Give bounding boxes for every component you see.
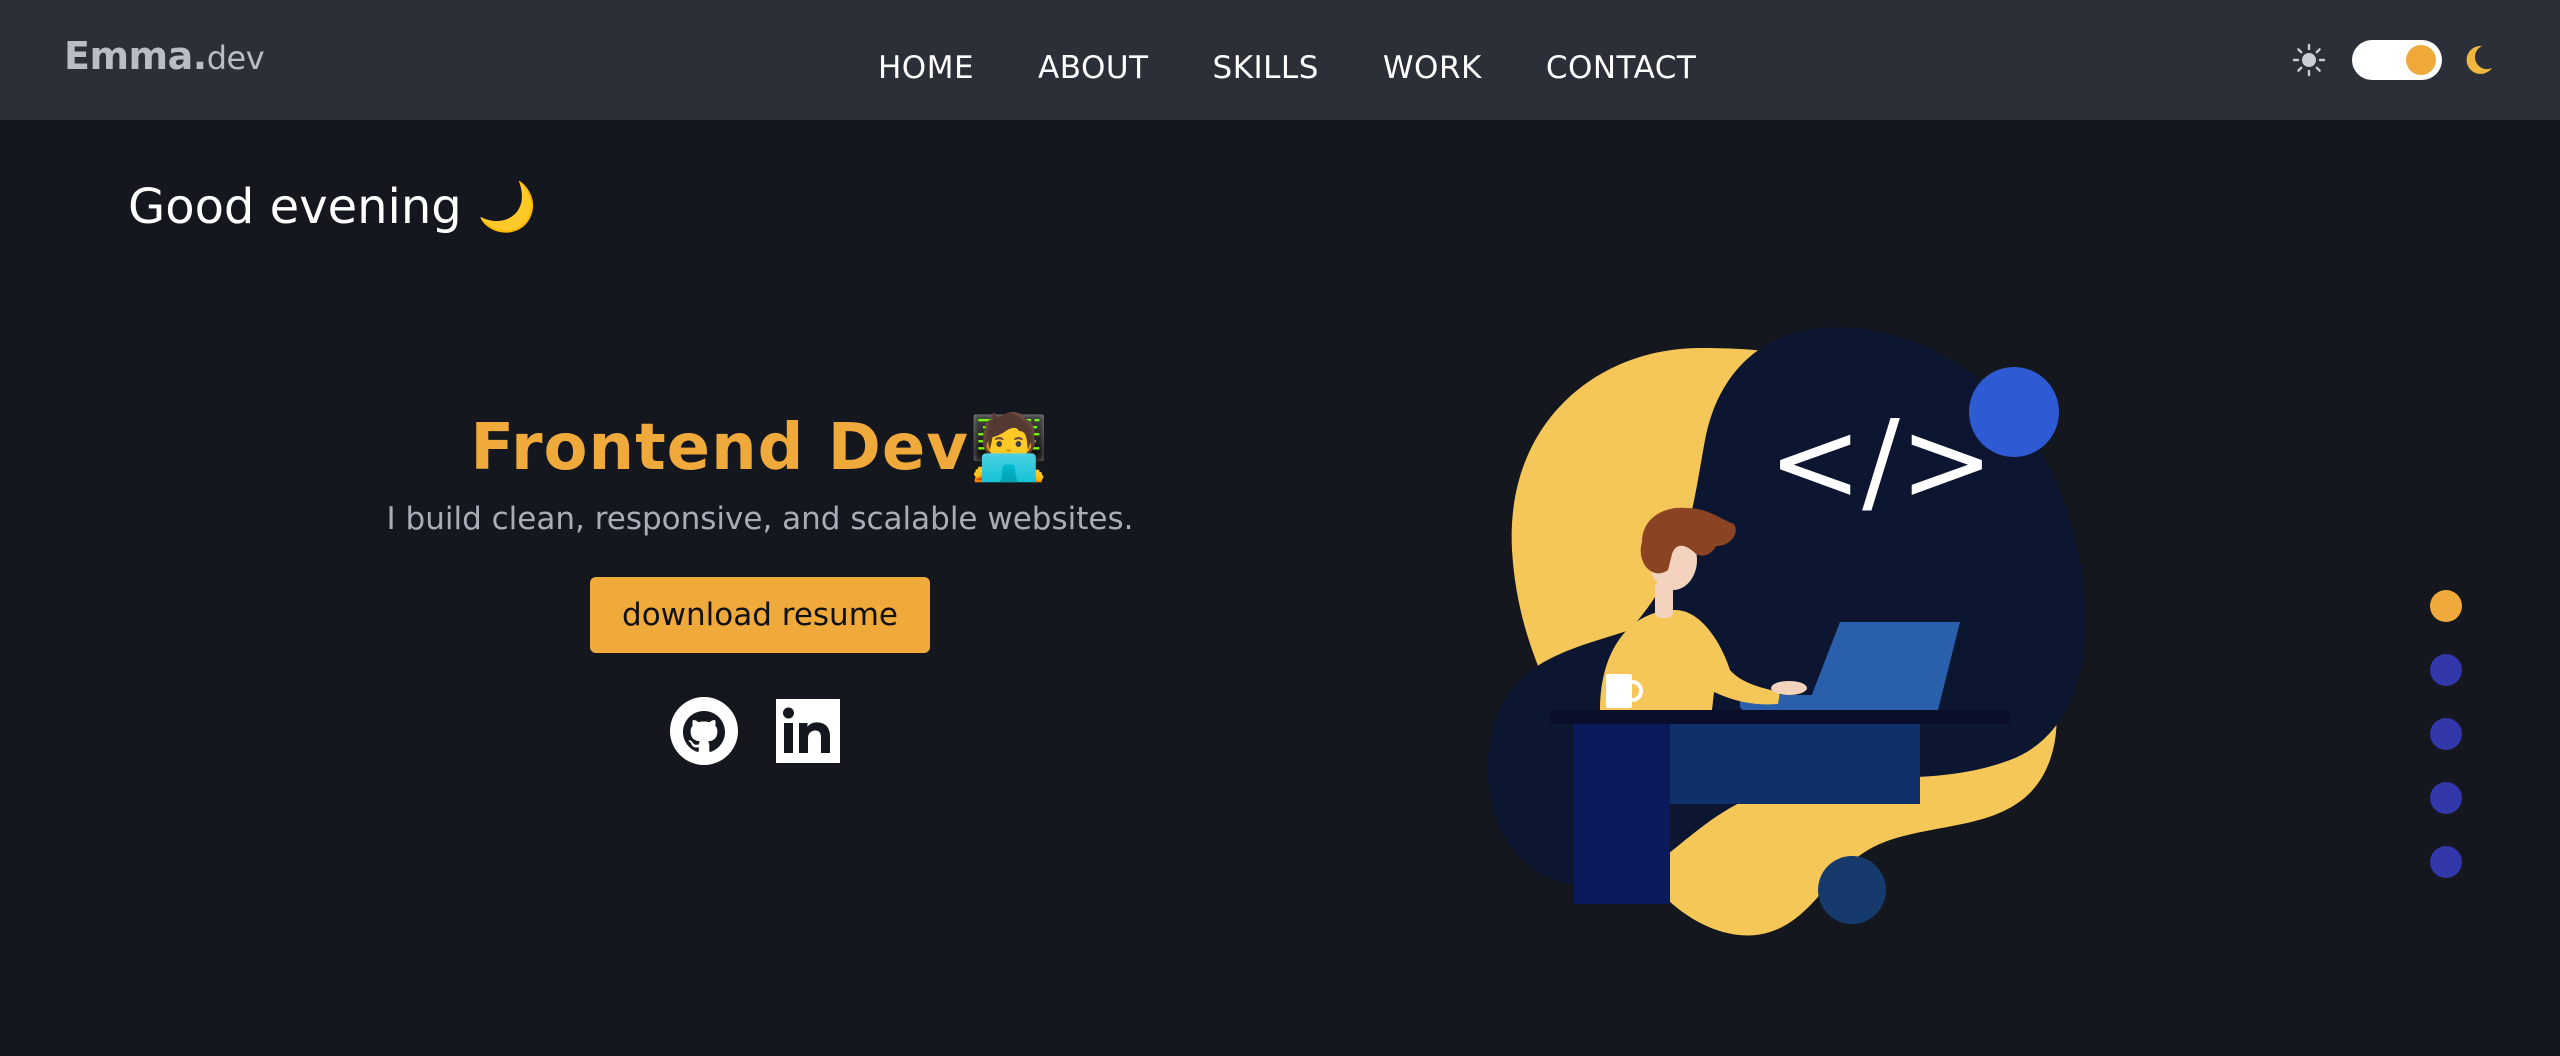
logo-suffix: dev	[206, 39, 265, 77]
section-dot-4[interactable]	[2430, 782, 2462, 814]
section-dot-5[interactable]	[2430, 846, 2462, 878]
site-logo[interactable]: Emma.dev	[64, 34, 265, 78]
linkedin-icon	[776, 699, 840, 763]
toggle-knob	[2406, 45, 2436, 75]
theme-toggle-group	[2292, 38, 2548, 82]
section-dot-3[interactable]	[2430, 718, 2462, 750]
theme-toggle-switch[interactable]	[2352, 40, 2442, 80]
section-dots-nav	[2430, 590, 2464, 910]
greeting-text: Good evening 🌙	[128, 179, 537, 235]
desk-left-panel-shape	[1574, 724, 1670, 904]
linkedin-link[interactable]	[774, 697, 842, 765]
moon-icon	[2466, 45, 2492, 74]
coffee-mug-shape	[1606, 674, 1632, 708]
nav-link-contact[interactable]: CONTACT	[1546, 50, 1697, 86]
navbar: Emma.dev HOME ABOUT SKILLS WORK CONTACT	[0, 0, 2560, 120]
nav-link-home[interactable]: HOME	[878, 50, 974, 86]
sun-icon	[2292, 43, 2326, 77]
section-dot-1[interactable]	[2430, 590, 2462, 622]
hero-section: Frontend Dev🧑‍💻 I build clean, responsiv…	[380, 410, 1140, 765]
person-hand-shape	[1771, 681, 1807, 695]
developer-illustration: </>	[1487, 327, 2086, 936]
github-icon	[670, 697, 738, 765]
social-links	[376, 697, 1136, 765]
nav-link-skills[interactable]: SKILLS	[1213, 50, 1319, 86]
nav-link-work[interactable]: WORK	[1383, 50, 1482, 86]
logo-name: Emma.	[64, 34, 207, 78]
hero-title: Frontend Dev🧑‍💻	[470, 411, 1050, 485]
code-symbol-text: </>	[1768, 397, 1993, 527]
desk-top-shape	[1550, 710, 2010, 724]
section-dot-2[interactable]	[2430, 654, 2462, 686]
hero-subtitle: I build clean, responsive, and scalable …	[386, 501, 1134, 537]
desk-right-panel-shape	[1670, 724, 1920, 804]
download-resume-button[interactable]: download resume	[590, 577, 930, 653]
nav-link-about[interactable]: ABOUT	[1038, 50, 1148, 86]
main-nav: HOME ABOUT SKILLS WORK CONTACT	[878, 50, 1696, 86]
small-navy-circle-shape	[1818, 856, 1886, 924]
github-link[interactable]	[670, 697, 738, 765]
